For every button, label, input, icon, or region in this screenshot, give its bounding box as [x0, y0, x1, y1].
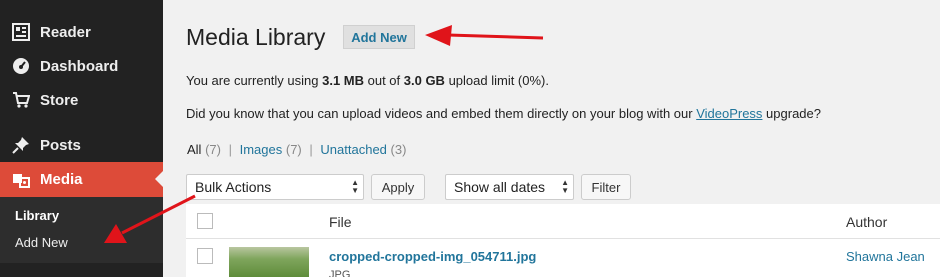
submenu-item-library[interactable]: Library: [15, 208, 59, 223]
filter-all[interactable]: All: [187, 142, 201, 157]
reader-icon: [11, 22, 31, 42]
page-title: Media Library: [186, 24, 326, 50]
cart-icon: [11, 90, 31, 110]
filter-images[interactable]: Images: [240, 142, 283, 157]
add-new-button[interactable]: Add New: [343, 25, 415, 49]
sidebar-item-media[interactable]: Media: [0, 162, 163, 197]
filter-unattached[interactable]: Unattached: [320, 142, 387, 157]
media-filter-links: All (7) | Images (7) | Unattached (3): [187, 142, 407, 157]
storage-notice: You are currently using 3.1 MB out of 3.…: [186, 73, 549, 88]
filter-count: (7): [285, 142, 302, 157]
filter-button[interactable]: Filter: [581, 174, 631, 200]
column-author[interactable]: Author: [846, 214, 887, 230]
submenu-item-add-new[interactable]: Add New: [15, 235, 68, 250]
select-arrows-icon: ▲ ▼: [351, 178, 359, 195]
date-filter-select[interactable]: Show all dates ▲ ▼: [445, 174, 574, 200]
media-thumbnail[interactable]: [229, 247, 309, 277]
bulk-actions-value: Bulk Actions: [195, 179, 272, 195]
videopress-link[interactable]: VideoPress: [696, 106, 762, 121]
file-name-link[interactable]: cropped-cropped-img_054711.jpg: [329, 249, 536, 264]
storage-limit: 3.0 GB: [403, 73, 445, 88]
select-all-checkbox[interactable]: [197, 213, 213, 229]
notice-text: upload limit (0%).: [444, 73, 549, 88]
media-icon: [11, 170, 31, 190]
author-link[interactable]: Shawna Jean: [846, 249, 925, 264]
storage-used: 3.1 MB: [322, 73, 365, 88]
sidebar-item-label: Dashboard: [40, 57, 119, 75]
pushpin-icon: [11, 135, 31, 155]
filter-count: (3): [390, 142, 407, 157]
column-file[interactable]: File: [329, 214, 352, 230]
bulk-actions-select[interactable]: Bulk Actions ▲ ▼: [186, 174, 364, 200]
notice-text: Did you know that you can upload videos …: [186, 106, 697, 121]
select-arrows-icon: ▲ ▼: [561, 178, 569, 195]
dashboard-icon: [11, 56, 31, 76]
notice-text: out of: [364, 73, 404, 88]
file-type: JPG: [329, 269, 351, 277]
sidebar-item-reader[interactable]: Reader: [0, 15, 163, 49]
sidebar-item-label: Reader: [40, 23, 91, 41]
sidebar-item-label: Store: [40, 91, 79, 109]
sidebar-item-label: Posts: [40, 136, 81, 154]
date-filter-value: Show all dates: [454, 179, 546, 195]
sidebar-next-item: [0, 264, 163, 277]
sidebar-item-label: Media: [40, 171, 83, 188]
videopress-notice: Did you know that you can upload videos …: [186, 106, 821, 121]
media-submenu: Library Add New: [0, 197, 163, 263]
main-content: Media Library Add New You are currently …: [163, 0, 940, 277]
apply-button[interactable]: Apply: [371, 174, 425, 200]
sidebar-item-dashboard[interactable]: Dashboard: [0, 49, 163, 83]
notice-text: upgrade?: [762, 106, 821, 121]
table-row: cropped-cropped-img_054711.jpg JPG Shawn…: [186, 239, 940, 277]
admin-sidebar: Reader Dashboard Store Posts Media Libra…: [0, 0, 163, 277]
sidebar-item-store[interactable]: Store: [0, 83, 163, 117]
media-table-header: File Author: [186, 204, 940, 239]
sidebar-item-posts[interactable]: Posts: [0, 128, 163, 162]
notice-text: You are currently using: [186, 73, 323, 88]
row-checkbox[interactable]: [197, 248, 213, 264]
filter-count: (7): [205, 142, 221, 157]
